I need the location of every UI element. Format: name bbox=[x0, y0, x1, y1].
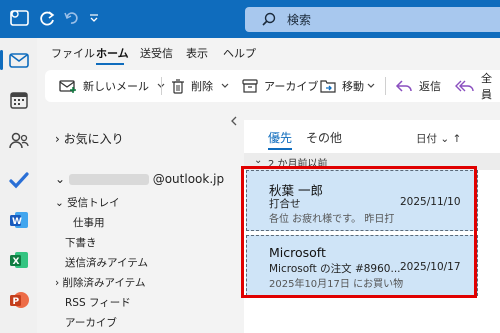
chevron-down-icon: ⌄ bbox=[254, 155, 263, 166]
calendar-icon[interactable] bbox=[8, 89, 30, 111]
menu-send-receive[interactable]: 送受信 bbox=[140, 45, 173, 61]
tab-focused-indicator bbox=[268, 148, 292, 150]
sort-arrow-icon: ⌄ ↑ bbox=[440, 133, 462, 145]
folder-sent-label: 送信済みアイテム bbox=[65, 257, 148, 269]
tab-focused[interactable]: 優先 bbox=[268, 129, 292, 146]
folder-rss[interactable]: RSS フィード bbox=[65, 295, 131, 310]
trash-icon bbox=[171, 78, 185, 94]
reply-icon bbox=[395, 78, 413, 94]
favorites-label: お気に入り bbox=[63, 132, 124, 146]
chevron-right-icon: › bbox=[55, 132, 60, 146]
account-name-redacted bbox=[68, 174, 149, 185]
archive-label: アーカイブ bbox=[264, 80, 319, 93]
powerpoint-icon[interactable]: P bbox=[8, 289, 30, 311]
folder-inbox[interactable]: ⌄ 受信トレイ bbox=[55, 195, 120, 210]
collapse-pane-icon[interactable] bbox=[230, 116, 238, 126]
folder-deleted[interactable]: › 削除済みアイテム bbox=[55, 275, 146, 290]
menu-home[interactable]: ホーム bbox=[96, 45, 129, 61]
svg-text:X: X bbox=[13, 257, 20, 267]
todo-icon[interactable] bbox=[8, 169, 30, 191]
favorites-node[interactable]: › お気に入り bbox=[55, 130, 124, 147]
folder-deleted-label: 削除済みアイテム bbox=[62, 277, 146, 289]
svg-text:P: P bbox=[13, 297, 20, 307]
menu-view[interactable]: 表示 bbox=[186, 45, 208, 61]
move-folder-icon bbox=[320, 78, 336, 94]
chevron-down-icon: ⌄ bbox=[55, 172, 66, 186]
new-mail-icon bbox=[59, 78, 77, 94]
reply-label: 返信 bbox=[419, 80, 441, 93]
folder-pane: › お気に入り ⌄ @outlook.jp ⌄ 受信トレイ 仕事用 下書き 送信… bbox=[45, 108, 243, 333]
reply-all-button[interactable]: 全員 bbox=[455, 70, 500, 102]
folder-inbox-label: 受信トレイ bbox=[67, 197, 120, 209]
new-mail-button[interactable]: 新しいメール bbox=[59, 70, 165, 102]
folder-rss-label: RSS フィード bbox=[65, 297, 131, 309]
account-node[interactable]: ⌄ @outlook.jp bbox=[55, 172, 224, 186]
svg-text:W: W bbox=[12, 217, 22, 227]
sort-button[interactable]: 日付 ⌄ ↑ bbox=[416, 131, 461, 146]
archive-button[interactable]: アーカイブ bbox=[242, 70, 318, 102]
mail-icon[interactable] bbox=[8, 49, 30, 71]
archive-icon bbox=[242, 78, 258, 94]
folder-drafts-label: 下書き bbox=[65, 237, 97, 249]
rail-selected-indicator bbox=[0, 50, 3, 70]
sort-label: 日付 bbox=[416, 133, 437, 145]
mail-app-icon bbox=[9, 8, 31, 28]
title-bar: 検索 bbox=[0, 0, 500, 38]
ribbon: 新しいメール 削除 アーカイブ 移動 返信 全員 bbox=[45, 70, 500, 102]
sync-icon[interactable] bbox=[38, 9, 56, 27]
reply-all-icon bbox=[455, 78, 475, 94]
folder-archive[interactable]: アーカイブ bbox=[65, 315, 117, 330]
search-box[interactable]: 検索 bbox=[245, 7, 500, 32]
ribbon-divider bbox=[385, 77, 386, 95]
menu-help[interactable]: ヘルプ bbox=[223, 45, 256, 61]
undo-icon[interactable] bbox=[63, 10, 79, 26]
folder-work[interactable]: 仕事用 bbox=[73, 215, 105, 230]
word-icon[interactable]: W bbox=[8, 209, 30, 231]
search-icon bbox=[261, 12, 276, 27]
people-icon[interactable] bbox=[8, 129, 30, 151]
highlight-box bbox=[241, 166, 477, 298]
move-label: 移動 bbox=[342, 80, 364, 93]
menu-file[interactable]: ファイル bbox=[51, 45, 95, 61]
tab-other[interactable]: その他 bbox=[306, 129, 342, 146]
chevron-down-icon: ⌄ bbox=[55, 197, 64, 209]
folder-archive-label: アーカイブ bbox=[65, 317, 117, 329]
delete-button[interactable]: 削除 bbox=[171, 70, 229, 102]
app-rail: W X P bbox=[0, 38, 37, 333]
delete-dropdown-icon[interactable] bbox=[221, 82, 229, 90]
move-button[interactable]: 移動 bbox=[320, 70, 375, 102]
move-dropdown-icon[interactable] bbox=[367, 82, 375, 90]
chevron-right-icon: › bbox=[55, 277, 60, 289]
customize-toolbar-icon[interactable] bbox=[89, 14, 99, 24]
excel-icon[interactable]: X bbox=[8, 249, 30, 271]
reply-button[interactable]: 返信 bbox=[395, 70, 441, 102]
ribbon-divider bbox=[161, 77, 162, 95]
new-mail-label: 新しいメール bbox=[83, 80, 149, 93]
folder-drafts[interactable]: 下書き bbox=[65, 235, 97, 250]
folder-work-label: 仕事用 bbox=[73, 217, 105, 229]
menu-home-indicator bbox=[96, 63, 124, 65]
account-email-domain: @outlook.jp bbox=[152, 172, 225, 186]
folder-sent[interactable]: 送信済みアイテム bbox=[65, 255, 148, 270]
search-placeholder: 検索 bbox=[287, 13, 312, 27]
delete-label: 削除 bbox=[191, 80, 213, 93]
reply-all-label: 全員 bbox=[481, 72, 492, 101]
